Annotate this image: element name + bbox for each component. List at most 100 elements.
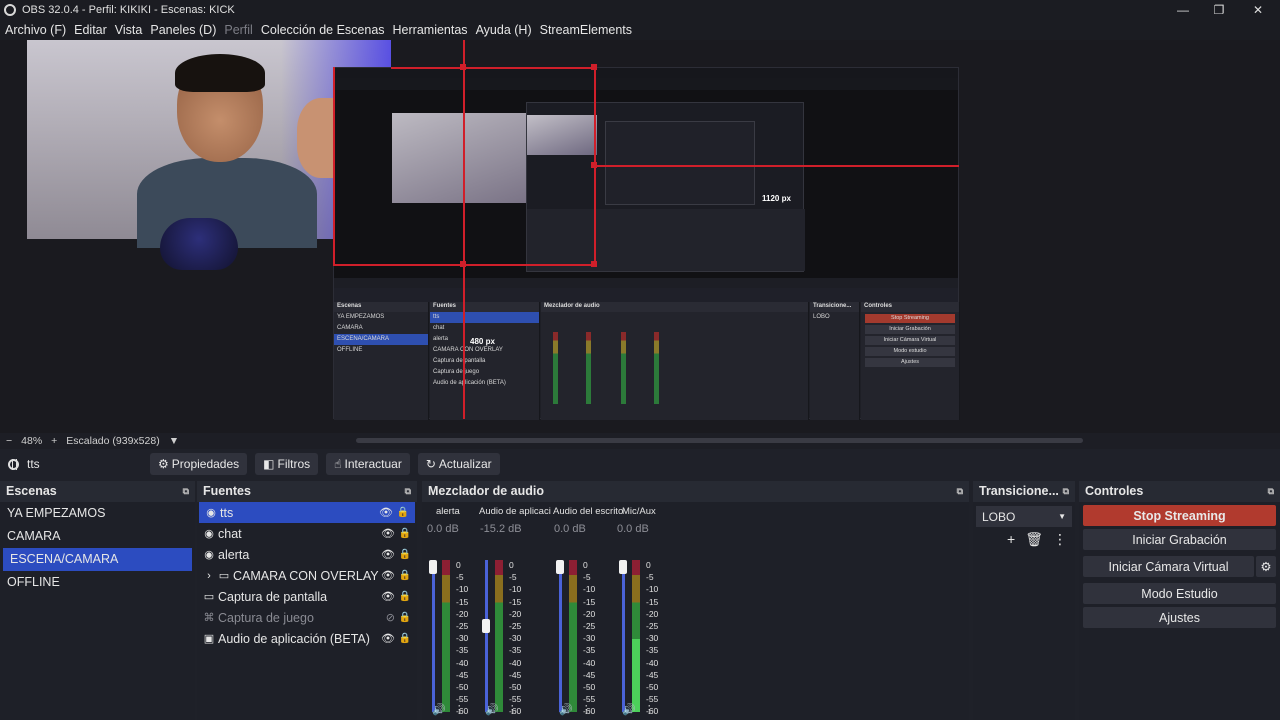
preview-scrollbar[interactable] xyxy=(356,438,1083,443)
mute-speaker-icon[interactable]: 🔊 xyxy=(559,703,573,716)
transition-select[interactable]: LOBO ▼ xyxy=(976,506,1072,527)
eye-hidden-icon[interactable]: ⊘ xyxy=(386,611,395,624)
channel-menu-icon[interactable]: ⋮ xyxy=(454,703,465,716)
zoom-in-button[interactable]: + xyxy=(51,435,57,447)
start-virtual-camera-button[interactable]: Iniciar Cámara Virtual xyxy=(1083,556,1254,577)
meter-scale-tick: -10 xyxy=(583,584,596,595)
settings-button[interactable]: Ajustes xyxy=(1083,607,1276,628)
source-item-audio-app[interactable]: ▣ Audio de aplicación (BETA) 👁 🔒 xyxy=(197,628,417,649)
channel-menu-icon[interactable]: ⋮ xyxy=(644,703,655,716)
meter-scale-tick: 0 xyxy=(583,560,588,570)
mute-speaker-icon[interactable]: 🔊 xyxy=(432,703,446,716)
eye-icon[interactable]: 👁 xyxy=(381,527,395,540)
eye-icon[interactable]: 👁 xyxy=(381,590,395,603)
eye-icon[interactable]: 👁 xyxy=(379,506,393,519)
eye-icon[interactable]: 👁 xyxy=(381,569,395,582)
meter-scale-tick: -40 xyxy=(456,657,469,668)
source-item-chat[interactable]: ◉ chat 👁 🔒 xyxy=(197,523,417,544)
volume-fader-handle[interactable] xyxy=(556,560,564,574)
meter-scale-tick: -30 xyxy=(456,633,469,644)
title-bar: OBS 32.0.4 - Perfil: KIKIKI - Escenas: K… xyxy=(0,0,1280,20)
undock-icon[interactable]: ⧉ xyxy=(405,486,411,497)
preview-canvas[interactable]: Escenas YA EMPEZAMOS CAMARA ESCENA/CAMAR… xyxy=(0,40,1280,433)
start-recording-button[interactable]: Iniciar Grabación xyxy=(1083,529,1276,550)
refresh-button[interactable]: ↻ Actualizar xyxy=(417,453,500,475)
lock-icon[interactable]: 🔒 xyxy=(399,633,411,644)
lock-icon[interactable]: 🔒 xyxy=(399,612,411,623)
nested-webcam xyxy=(392,113,526,203)
lock-icon[interactable]: 🔒 xyxy=(399,570,411,581)
scale-dropdown-icon[interactable]: ▼ xyxy=(169,435,179,447)
add-transition-icon[interactable]: + xyxy=(1007,531,1015,548)
mute-speaker-icon[interactable]: 🔊 xyxy=(622,703,636,716)
channel-controls: 🔊 ⋮ xyxy=(622,703,655,716)
lock-icon[interactable]: 🔒 xyxy=(397,507,409,518)
menu-paneles[interactable]: Paneles (D) xyxy=(150,23,216,37)
stop-streaming-button[interactable]: Stop Streaming xyxy=(1083,505,1276,526)
volume-fader-track[interactable] xyxy=(432,560,435,712)
volume-fader-handle[interactable] xyxy=(429,560,437,574)
scenes-dock: Escenas ⧉ YA EMPEZAMOS CAMARA ESCENA/CAM… xyxy=(0,481,195,720)
selected-source-label: tts xyxy=(27,457,40,471)
filters-button[interactable]: ◧ Filtros xyxy=(255,453,319,475)
source-item-camara-overlay[interactable]: › ▭ CAMARA CON OVERLAY 👁 🔒 xyxy=(197,565,417,586)
undock-icon[interactable]: ⧉ xyxy=(1268,486,1274,497)
menu-editar[interactable]: Editar xyxy=(74,23,107,37)
undock-icon[interactable]: ⧉ xyxy=(183,486,189,497)
undock-icon[interactable]: ⧉ xyxy=(957,486,963,497)
trash-icon[interactable]: 🗑 xyxy=(1025,531,1043,548)
transform-handle-right[interactable] xyxy=(591,162,597,168)
source-item-tts[interactable]: ◉ tts 👁 🔒 xyxy=(199,502,415,523)
menu-coleccion-escenas[interactable]: Colección de Escenas xyxy=(261,23,385,37)
pointer-icon: ☝ xyxy=(334,457,342,471)
nested-preview xyxy=(334,90,958,278)
channel-name: alerta xyxy=(436,506,460,517)
transform-handle-top-right[interactable] xyxy=(591,64,597,70)
interact-button[interactable]: ☝ Interactuar xyxy=(326,453,410,475)
properties-button[interactable]: ⚙ Propiedades xyxy=(150,453,248,475)
channel-volume-db: 0.0 dB xyxy=(427,523,459,535)
lock-icon[interactable]: 🔒 xyxy=(399,528,411,539)
virtual-camera-settings-icon[interactable]: ⚙ xyxy=(1256,556,1276,577)
menu-herramientas[interactable]: Herramientas xyxy=(393,23,468,37)
minimize-button[interactable]: — xyxy=(1163,0,1203,20)
eye-icon[interactable]: 👁 xyxy=(381,632,395,645)
volume-fader-track[interactable] xyxy=(485,560,488,712)
volume-fader-track[interactable] xyxy=(622,560,625,712)
scene-item[interactable]: YA EMPEZAMOS xyxy=(0,502,195,525)
transform-handle-bottom[interactable] xyxy=(460,261,466,267)
transitions-dock: Transicione... ⧉ LOBO ▼ + 🗑 ⋮ xyxy=(973,481,1075,720)
maximize-button[interactable]: ❐ xyxy=(1199,0,1239,20)
undock-icon[interactable]: ⧉ xyxy=(1063,486,1069,497)
menu-streamelements[interactable]: StreamElements xyxy=(540,23,632,37)
gamepad-overlay[interactable] xyxy=(160,218,238,270)
scene-item[interactable]: CAMARA xyxy=(0,525,195,548)
more-icon[interactable]: ⋮ xyxy=(1053,531,1067,548)
menu-ayuda[interactable]: Ayuda (H) xyxy=(476,23,532,37)
mute-speaker-icon[interactable]: 🔊 xyxy=(485,703,499,716)
menu-archivo[interactable]: Archivo (F) xyxy=(5,23,66,37)
eye-icon[interactable]: 👁 xyxy=(381,548,395,561)
volume-fader-track[interactable] xyxy=(559,560,562,712)
channel-menu-icon[interactable]: ⋮ xyxy=(581,703,592,716)
expand-chevron-icon[interactable]: › xyxy=(203,570,215,582)
source-item-alerta[interactable]: ◉ alerta 👁 🔒 xyxy=(197,544,417,565)
zoom-out-button[interactable]: − xyxy=(6,435,12,447)
lock-icon[interactable]: 🔒 xyxy=(399,549,411,560)
volume-fader-handle[interactable] xyxy=(619,560,627,574)
meter-scale-tick: -40 xyxy=(583,657,596,668)
lock-icon[interactable]: 🔒 xyxy=(399,591,411,602)
scene-item[interactable]: OFFLINE xyxy=(0,571,195,594)
menu-vista[interactable]: Vista xyxy=(115,23,143,37)
source-item-captura-pantalla[interactable]: ▭ Captura de pantalla 👁 🔒 xyxy=(197,586,417,607)
transform-handle-bottom-right[interactable] xyxy=(591,261,597,267)
channel-controls: 🔊 ⋮ xyxy=(432,703,465,716)
nested-obs-capture[interactable]: Escenas YA EMPEZAMOS CAMARA ESCENA/CAMAR… xyxy=(333,67,960,420)
source-item-captura-juego[interactable]: ⌘ Captura de juego ⊘ 🔒 xyxy=(197,607,417,628)
channel-menu-icon[interactable]: ⋮ xyxy=(507,703,518,716)
volume-fader-handle[interactable] xyxy=(482,618,490,633)
studio-mode-button[interactable]: Modo Estudio xyxy=(1083,583,1276,604)
close-button[interactable]: ✕ xyxy=(1238,0,1278,20)
transform-handle-top[interactable] xyxy=(460,64,466,70)
scene-item-selected[interactable]: ESCENA/CAMARA xyxy=(3,548,192,571)
